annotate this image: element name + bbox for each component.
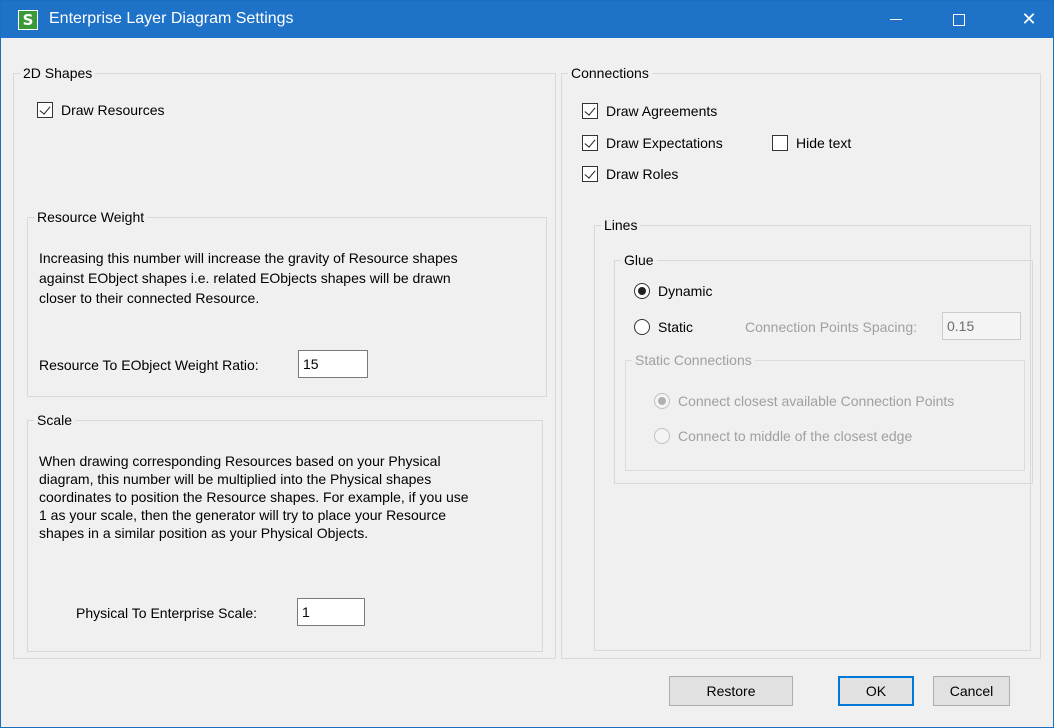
window-title: Enterprise Layer Diagram Settings	[49, 10, 294, 27]
draw-resources-checkbox[interactable]: Draw Resources	[37, 102, 164, 118]
group-legend-2d-shapes: 2D Shapes	[20, 65, 96, 81]
connect-closest-label: Connect closest available Connection Poi…	[678, 393, 955, 409]
checkbox-box[interactable]	[37, 102, 53, 118]
connect-middle-radio[interactable]: Connect to middle of the closest edge	[654, 428, 912, 444]
connect-middle-label: Connect to middle of the closest edge	[678, 428, 913, 444]
dynamic-label: Dynamic	[658, 283, 713, 299]
description-line: shapes in a similar position as your Phy…	[39, 525, 369, 541]
checkbox-box[interactable]	[772, 135, 788, 151]
close-icon: ✕	[1021, 9, 1037, 29]
description-line: closer to their connected Resource.	[39, 290, 260, 306]
radio-dot[interactable]	[654, 428, 670, 444]
description-line: 1 as your scale, then the generator will…	[39, 507, 446, 523]
draw-expectations-label: Draw Expectations	[606, 135, 723, 151]
description-line: against EObject shapes i.e. related EObj…	[39, 270, 451, 286]
group-legend-resource-weight: Resource Weight	[34, 209, 148, 225]
group-legend-connections: Connections	[568, 65, 652, 81]
weight-ratio-input[interactable]: 15	[298, 350, 368, 378]
minimize-button[interactable]	[873, 1, 919, 38]
dynamic-radio[interactable]: Dynamic	[634, 283, 712, 299]
static-radio[interactable]: Static	[634, 319, 693, 335]
ok-button[interactable]: OK	[838, 676, 914, 706]
maximize-button[interactable]	[936, 1, 982, 38]
spacing-input[interactable]: 0.15	[942, 312, 1021, 340]
group-legend-lines: Lines	[601, 217, 641, 233]
radio-dot[interactable]	[634, 319, 650, 335]
description-line: coordinates to position the Resource sha…	[39, 489, 469, 505]
minimize-icon	[890, 19, 902, 20]
draw-roles-checkbox[interactable]: Draw Roles	[582, 166, 678, 182]
connect-closest-radio[interactable]: Connect closest available Connection Poi…	[654, 393, 954, 409]
hide-text-checkbox[interactable]: Hide text	[772, 135, 851, 151]
group-legend-static-connections: Static Connections	[632, 352, 755, 368]
spacing-label: Connection Points Spacing:	[745, 319, 917, 335]
static-label: Static	[658, 319, 694, 335]
description-line: diagram, this number will be multiplied …	[39, 471, 432, 487]
settings-dialog: S Enterprise Layer Diagram Settings ✕ 2D…	[0, 0, 1054, 728]
description-line: Increasing this number will increase the…	[39, 250, 458, 266]
description-line: When drawing corresponding Resources bas…	[39, 453, 441, 469]
app-icon: S	[18, 10, 38, 30]
checkbox-box[interactable]	[582, 103, 598, 119]
radio-dot[interactable]	[654, 393, 670, 409]
group-legend-scale: Scale	[34, 412, 76, 428]
restore-button[interactable]: Restore	[669, 676, 793, 706]
weight-ratio-label: Resource To EObject Weight Ratio:	[39, 357, 259, 373]
radio-dot[interactable]	[634, 283, 650, 299]
scale-label: Physical To Enterprise Scale:	[76, 605, 258, 621]
maximize-icon	[953, 13, 965, 26]
group-static-connections: Static Connections	[625, 352, 1025, 471]
cancel-button[interactable]: Cancel	[933, 676, 1010, 706]
hide-text-label: Hide text	[796, 135, 852, 151]
scale-description: When drawing corresponding Resources bas…	[39, 452, 539, 542]
scale-input[interactable]: 1	[297, 598, 365, 626]
draw-agreements-checkbox[interactable]: Draw Agreements	[582, 103, 717, 119]
draw-agreements-label: Draw Agreements	[606, 103, 718, 119]
checkbox-box[interactable]	[582, 135, 598, 151]
resource-weight-description: Increasing this number will increase the…	[39, 248, 519, 308]
checkbox-box[interactable]	[582, 166, 598, 182]
draw-resources-label: Draw Resources	[61, 102, 165, 118]
draw-expectations-checkbox[interactable]: Draw Expectations	[582, 135, 723, 151]
group-legend-glue: Glue	[621, 252, 657, 268]
title-bar[interactable]: S Enterprise Layer Diagram Settings ✕	[1, 1, 1053, 38]
close-button[interactable]: ✕	[1006, 1, 1052, 38]
draw-roles-label: Draw Roles	[606, 166, 679, 182]
